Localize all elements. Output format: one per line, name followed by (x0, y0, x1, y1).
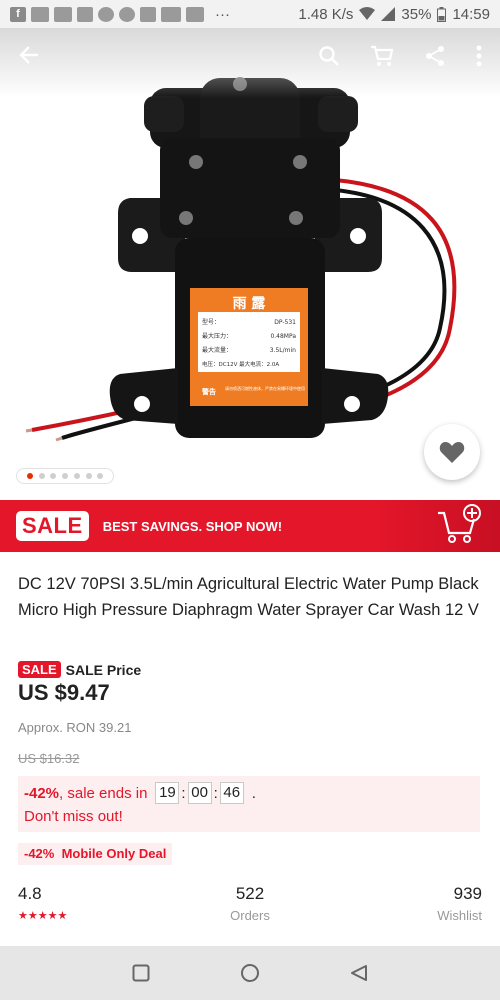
product-image-carousel[interactable]: 雨 露 型号： DP-531 最大压力： 0.48MPa 最大流量： 3.5L/… (0, 28, 500, 500)
heart-icon (439, 442, 465, 463)
carousel-dot (62, 473, 68, 479)
clock-24-icon (98, 6, 114, 22)
sale-mini-badge: SALE (18, 661, 61, 678)
more-notifications: ··· (215, 5, 230, 23)
carousel-dot (38, 473, 45, 479)
wishlist-stat[interactable]: 939 Wishlist (437, 884, 482, 923)
home-icon[interactable] (240, 963, 260, 983)
timer-minutes: 00 (187, 782, 212, 804)
facebook-icon: f (10, 6, 26, 22)
product-page: f ··· 1.48 K/s 35% 14:59 雨 露 型号： DP-531 … (0, 0, 500, 1000)
original-price: US $16.32 (18, 751, 80, 766)
label-warning-text: 请勿喷洒可燃性液体，严禁在易爆环境中使用 (225, 385, 305, 391)
ebay-icon (161, 6, 181, 22)
approx-price: Approx. RON 39.21 (18, 720, 132, 735)
label-line: 0.48MPa (270, 333, 296, 340)
cart-plus-icon (436, 503, 484, 550)
label-line: DP-531 (274, 319, 296, 326)
timer-period: . (251, 784, 256, 802)
orders-count: 522 (235, 884, 265, 903)
app-notification-icon (31, 6, 49, 22)
label-line: 最大流量： (202, 346, 232, 354)
wishlist-count: 939 (453, 884, 482, 903)
timer-hours: 19 (155, 782, 180, 804)
carousel-indicator (16, 468, 114, 484)
clock-24-icon (119, 6, 135, 22)
wishlist-label: Wishlist (437, 908, 482, 923)
back-icon[interactable] (350, 964, 368, 982)
more-vert-icon[interactable] (476, 45, 482, 72)
label-line: 型号： (202, 318, 220, 326)
wifi-icon (359, 7, 376, 20)
sale-ends-text: , sale ends in (59, 784, 148, 802)
sale-badge: SALE (16, 511, 89, 541)
rating-stars: ★★★★★ (18, 910, 68, 922)
dont-miss-text: Don't miss out! (24, 808, 123, 825)
carousel-dot (26, 473, 33, 479)
label-warning: 警告 (202, 387, 216, 396)
status-bar: f ··· 1.48 K/s 35% 14:59 (0, 0, 500, 28)
system-nav-bar (0, 946, 500, 1000)
app-notification-icon (186, 6, 204, 22)
arrow-left-icon[interactable] (18, 44, 40, 73)
product-image: 雨 露 型号： DP-531 最大压力： 0.48MPa 最大流量： 3.5L/… (25, 77, 457, 442)
clock-time: 14:59 (452, 5, 490, 23)
current-price: US $9.47 (18, 680, 110, 705)
share-icon[interactable] (424, 45, 446, 72)
sale-banner[interactable]: SALE BEST SAVINGS. SHOP NOW! (0, 500, 500, 552)
product-stats: 4.8 ★★★★★ 522 Orders 939 Wishlist (18, 884, 482, 934)
product-topbar (0, 28, 500, 88)
orders-stat[interactable]: 522 Orders (214, 884, 286, 923)
price-label: SALE Price (65, 661, 142, 678)
recents-icon[interactable] (132, 964, 150, 982)
label-line: 电压：DC12V 最大电流：2.0A (202, 360, 279, 368)
carousel-dot (97, 473, 104, 479)
cart-icon[interactable] (370, 45, 394, 72)
orders-label: Orders (230, 908, 270, 923)
carousel-dot (85, 473, 92, 479)
deal-countdown-box: -42% , sale ends in 19 : 00 : 46 . Don't… (18, 776, 480, 832)
discount-percent: -42% (24, 784, 60, 802)
label-line: 3.5L/min (270, 347, 296, 354)
signal-icon (381, 7, 396, 21)
banner-text: BEST SAVINGS. SHOP NOW! (102, 518, 283, 534)
label-line: 最大压力： (202, 332, 232, 340)
price-label-row: SALE SALE Price (18, 661, 141, 678)
battery-percent: 35% (401, 5, 432, 23)
battery-icon (437, 6, 447, 22)
carousel-dot (50, 473, 57, 479)
network-speed: 1.48 K/s (298, 5, 354, 23)
app-notification-icon (54, 6, 72, 22)
carousel-dot (73, 473, 80, 479)
search-icon[interactable] (318, 45, 340, 72)
app-notification-icon (140, 6, 156, 22)
product-title: DC 12V 70PSI 3.5L/min Agricultural Elect… (18, 575, 479, 619)
rating-stat[interactable]: 4.8 ★★★★★ (18, 884, 67, 922)
notification-icons: f ··· (10, 6, 230, 23)
wishlist-button[interactable] (424, 424, 480, 480)
rating-value: 4.8 (18, 884, 42, 903)
mail-icon (77, 6, 93, 22)
timer-seconds: 46 (219, 782, 244, 804)
mobile-deal-badge: -42% Mobile Only Deal (18, 843, 173, 865)
label-brand: 雨 露 (233, 295, 267, 312)
